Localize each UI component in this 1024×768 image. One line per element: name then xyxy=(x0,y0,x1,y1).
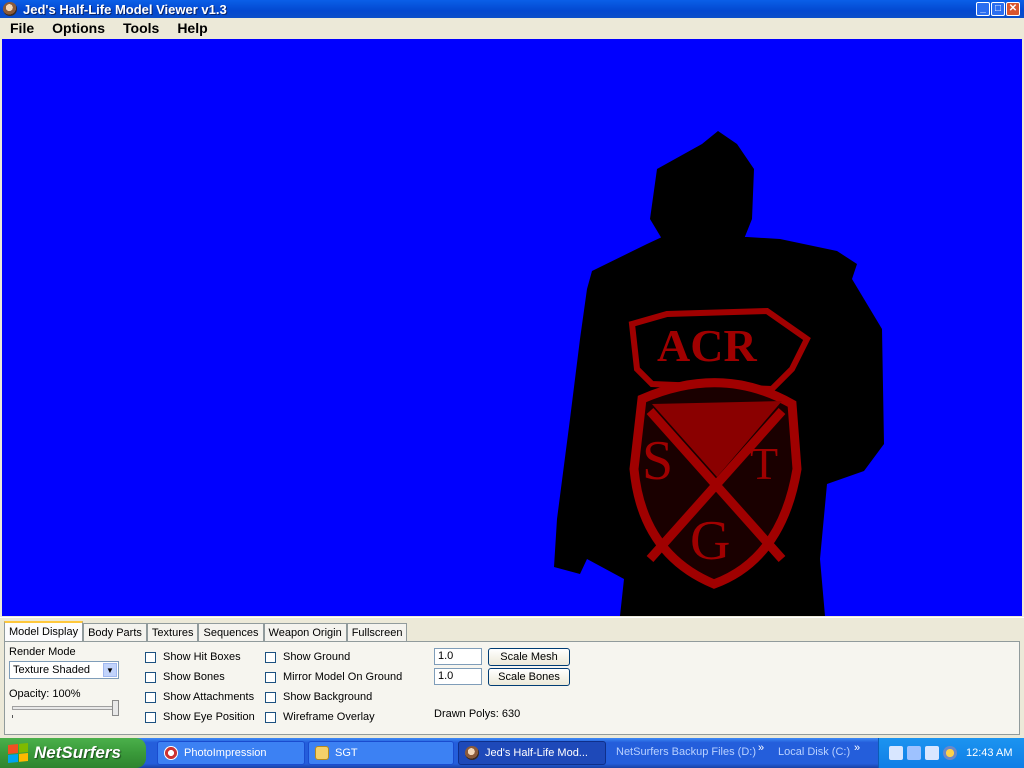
checkbox-label: Mirror Model On Ground xyxy=(283,671,403,683)
checkbox-label: Wireframe Overlay xyxy=(283,711,375,723)
tab-body-parts[interactable]: Body Parts xyxy=(83,623,147,643)
checkbox-box[interactable] xyxy=(145,711,156,723)
model-render: ACR S T G xyxy=(554,131,884,616)
emblem-text-t: T xyxy=(750,438,778,489)
tab-fullscreen[interactable]: Fullscreen xyxy=(346,623,408,643)
checkbox-label: Show Attachments xyxy=(163,691,255,703)
show-ground-checkbox[interactable]: Show Ground xyxy=(265,651,350,663)
checkbox-label: Show Background xyxy=(283,691,373,703)
network-icon[interactable] xyxy=(907,746,921,760)
checkbox-box[interactable] xyxy=(145,691,156,703)
start-label: NetSurfers xyxy=(34,743,121,762)
scale-mesh-button[interactable]: Scale Mesh xyxy=(488,648,570,666)
menu-tools[interactable]: Tools xyxy=(114,20,168,36)
scale-mesh-input[interactable]: 1.0 xyxy=(434,648,482,665)
model-viewer-icon xyxy=(465,746,479,760)
window-title: Jed's Half-Life Model Viewer v1.3 xyxy=(23,1,227,17)
task-label: PhotoImpression xyxy=(184,747,267,759)
show-bones-checkbox[interactable]: Show Bones xyxy=(145,671,225,683)
show-background-checkbox[interactable]: Show Background xyxy=(265,691,372,703)
checkbox-box[interactable] xyxy=(265,651,276,663)
opacity-slider[interactable] xyxy=(12,706,116,710)
scale-bones-input[interactable]: 1.0 xyxy=(434,668,482,685)
task-label: Jed's Half-Life Mod... xyxy=(485,747,588,759)
task-model-viewer[interactable]: Jed's Half-Life Mod... xyxy=(458,741,606,765)
task-sgt-folder[interactable]: SGT xyxy=(308,741,454,765)
title-bar[interactable]: Jed's Half-Life Model Viewer v1.3 _ □ ✕ xyxy=(0,0,1024,18)
emblem-text-acr: ACR xyxy=(657,320,757,371)
emblem-text-g: G xyxy=(690,510,730,572)
menu-bar: File Options Tools Help xyxy=(0,18,1024,38)
display-icon[interactable] xyxy=(925,746,939,760)
opacity-label: Opacity: 100% xyxy=(9,688,81,700)
tab-textures[interactable]: Textures xyxy=(146,623,199,643)
checkbox-box[interactable] xyxy=(145,651,156,663)
checkbox-box[interactable] xyxy=(265,691,276,703)
checkbox-label: Show Eye Position xyxy=(163,711,255,723)
model-hood xyxy=(650,131,754,239)
emblem-text-s: S xyxy=(642,430,673,492)
volume-icon[interactable] xyxy=(943,746,957,760)
checkbox-box[interactable] xyxy=(265,711,276,723)
toolbar-backup-drive[interactable]: NetSurfers Backup Files (D:) xyxy=(616,746,756,758)
menu-help[interactable]: Help xyxy=(168,20,216,36)
tab-sequences[interactable]: Sequences xyxy=(198,623,264,643)
close-button[interactable]: ✕ xyxy=(1006,2,1020,16)
checkbox-label: Show Ground xyxy=(283,651,351,663)
toolbar-local-disk[interactable]: Local Disk (C:) xyxy=(778,746,850,758)
mirror-model-checkbox[interactable]: Mirror Model On Ground xyxy=(265,671,402,683)
photoimpression-icon xyxy=(164,746,178,760)
slider-tick xyxy=(12,715,13,718)
start-button[interactable]: NetSurfers xyxy=(0,738,146,768)
render-mode-select[interactable]: Texture Shaded ▼ xyxy=(9,661,119,679)
clock[interactable]: 12:43 AM xyxy=(966,747,1012,759)
dropdown-arrow-icon[interactable]: ▼ xyxy=(103,663,117,677)
tab-strip: Model Display Body Parts Textures Sequen… xyxy=(4,621,408,643)
tab-weapon-origin[interactable]: Weapon Origin xyxy=(263,623,347,643)
network-icon[interactable] xyxy=(889,746,903,760)
windows-logo-icon xyxy=(8,742,28,764)
show-eye-position-checkbox[interactable]: Show Eye Position xyxy=(145,711,255,723)
render-mode-value: Texture Shaded xyxy=(13,664,91,676)
show-hit-boxes-checkbox[interactable]: Show Hit Boxes xyxy=(145,651,241,663)
task-label: SGT xyxy=(335,747,358,759)
toolbar-chevron-icon[interactable]: » xyxy=(758,742,764,754)
maximize-button[interactable]: □ xyxy=(991,2,1005,16)
tab-model-display[interactable]: Model Display xyxy=(4,621,84,643)
taskbar: NetSurfers PhotoImpression SGT Jed's Hal… xyxy=(0,738,1024,768)
toolbar-chevron-icon[interactable]: » xyxy=(854,742,860,754)
folder-icon xyxy=(315,746,329,760)
model-viewport[interactable]: ACR S T G xyxy=(2,39,1022,616)
wireframe-overlay-checkbox[interactable]: Wireframe Overlay xyxy=(265,711,375,723)
checkbox-label: Show Bones xyxy=(163,671,225,683)
checkbox-box[interactable] xyxy=(265,671,276,683)
checkbox-label: Show Hit Boxes xyxy=(163,651,241,663)
scale-bones-button[interactable]: Scale Bones xyxy=(488,668,570,686)
menu-options[interactable]: Options xyxy=(43,20,114,36)
app-icon[interactable] xyxy=(3,2,17,16)
drawn-polys-label: Drawn Polys: 630 xyxy=(434,708,521,720)
menu-file[interactable]: File xyxy=(0,20,43,36)
minimize-button[interactable]: _ xyxy=(976,2,990,16)
render-mode-label: Render Mode xyxy=(9,646,76,658)
opacity-slider-thumb[interactable] xyxy=(112,700,119,716)
control-panel: Model Display Body Parts Textures Sequen… xyxy=(0,617,1024,736)
task-photoimpression[interactable]: PhotoImpression xyxy=(157,741,305,765)
show-attachments-checkbox[interactable]: Show Attachments xyxy=(145,691,254,703)
checkbox-box[interactable] xyxy=(145,671,156,683)
